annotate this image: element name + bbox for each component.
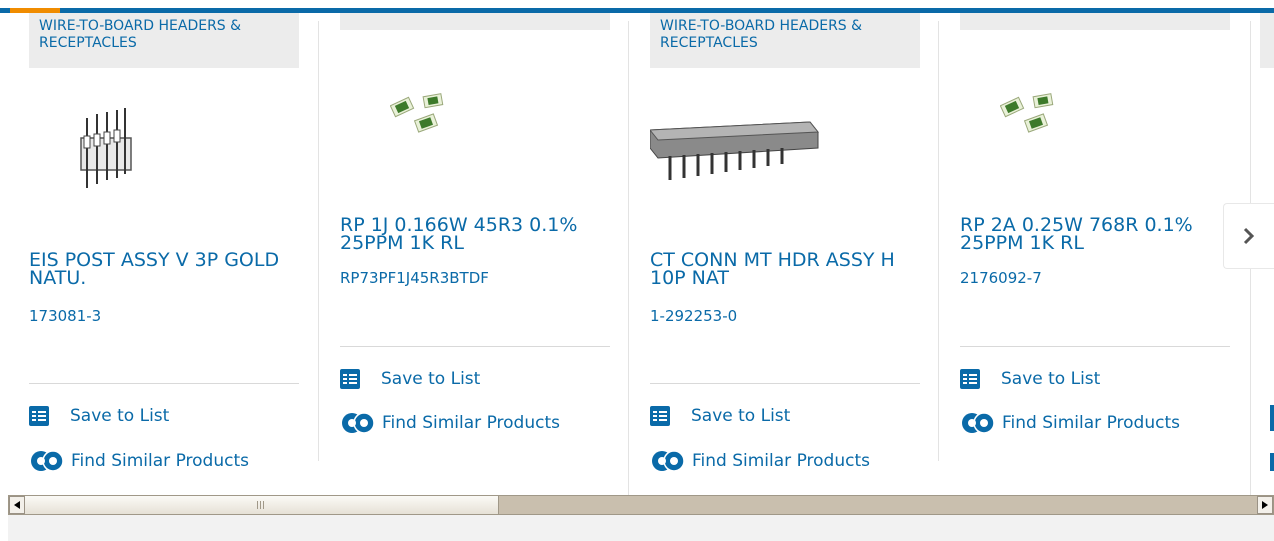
product-image[interactable] [69, 108, 149, 198]
save-to-list-label: Save to List [1001, 369, 1101, 389]
checklist-icon [340, 369, 360, 389]
checklist-icon [29, 406, 49, 426]
chevron-right-icon [1243, 227, 1255, 245]
save-to-list-button[interactable]: Save to List [650, 404, 790, 428]
scroll-left-button[interactable] [9, 496, 25, 514]
find-similar-label: Find Similar Products [1002, 413, 1180, 433]
similar-products-icon [31, 450, 64, 472]
category-label[interactable] [340, 13, 610, 30]
similar-products-icon [342, 412, 375, 434]
product-title[interactable]: CT CONN MT HDR ASSY H 10P NAT [650, 251, 920, 288]
find-similar-button[interactable]: Find Similar Products [960, 411, 1180, 435]
horizontal-scrollbar[interactable] [8, 495, 1274, 515]
find-similar-label: Find Similar Products [692, 451, 870, 471]
find-similar-button[interactable]: Find Similar Products [340, 411, 560, 435]
product-card: WIRE-TO-BOARD HEADERS & RECEPTACLES EIS … [19, 13, 309, 491]
product-title[interactable]: EIS POST ASSY V 3P GOLD NATU. [29, 251, 299, 288]
find-similar-label: Find Similar Products [382, 413, 560, 433]
category-label[interactable]: WIRE-TO-BOARD HEADERS & RECEPTACLES [29, 13, 299, 68]
save-to-list-label: Save to List [70, 406, 170, 426]
card-divider [628, 21, 629, 495]
arrow-left-icon [14, 501, 20, 509]
part-number[interactable]: RP73PF1J45R3BTDF [340, 269, 489, 287]
next-card-checklist-icon [1270, 405, 1274, 431]
product-image[interactable] [1000, 93, 1060, 137]
carousel-next-button[interactable] [1223, 203, 1274, 269]
scrollbar-thumb[interactable] [25, 496, 499, 514]
save-to-list-label: Save to List [691, 406, 791, 426]
next-card-category [1260, 13, 1274, 68]
scroll-right-button[interactable] [1257, 496, 1273, 514]
save-to-list-label: Save to List [381, 369, 481, 389]
footer-area [8, 515, 1274, 541]
product-title[interactable]: RP 1J 0.166W 45R3 0.1% 25PPM 1K RL [340, 216, 610, 253]
find-similar-button[interactable]: Find Similar Products [29, 449, 249, 473]
checklist-icon [960, 369, 980, 389]
divider [650, 383, 920, 384]
divider [960, 346, 1230, 347]
arrow-right-icon [1262, 501, 1268, 509]
product-image[interactable] [650, 118, 820, 188]
divider [29, 383, 299, 384]
similar-products-icon [962, 412, 995, 434]
product-image[interactable] [390, 93, 450, 137]
card-divider [938, 21, 939, 461]
divider [340, 346, 610, 347]
checklist-icon [650, 406, 670, 426]
similar-products-icon [652, 450, 685, 472]
product-carousel: WIRE-TO-BOARD HEADERS & RECEPTACLES EIS … [0, 13, 1274, 495]
part-number[interactable]: 173081-3 [29, 307, 101, 325]
category-label[interactable]: WIRE-TO-BOARD HEADERS & RECEPTACLES [650, 13, 920, 68]
product-card: RP 2A 0.25W 768R 0.1% 25PPM 1K RL 217609… [950, 13, 1240, 491]
save-to-list-button[interactable]: Save to List [340, 367, 480, 391]
part-number[interactable]: 1-292253-0 [650, 307, 737, 325]
category-label[interactable] [960, 13, 1230, 30]
product-card: WIRE-TO-BOARD HEADERS & RECEPTACLES CT C… [640, 13, 930, 491]
scrollbar-grip [257, 501, 265, 509]
find-similar-label: Find Similar Products [71, 451, 249, 471]
next-card-similar-icon [1270, 453, 1274, 471]
save-to-list-button[interactable]: Save to List [29, 404, 169, 428]
part-number[interactable]: 2176092-7 [960, 269, 1042, 287]
card-divider [318, 21, 319, 461]
save-to-list-button[interactable]: Save to List [960, 367, 1100, 391]
product-card: RP 1J 0.166W 45R3 0.1% 25PPM 1K RL RP73P… [330, 13, 620, 491]
find-similar-button[interactable]: Find Similar Products [650, 449, 870, 473]
product-title[interactable]: RP 2A 0.25W 768R 0.1% 25PPM 1K RL [960, 216, 1230, 253]
